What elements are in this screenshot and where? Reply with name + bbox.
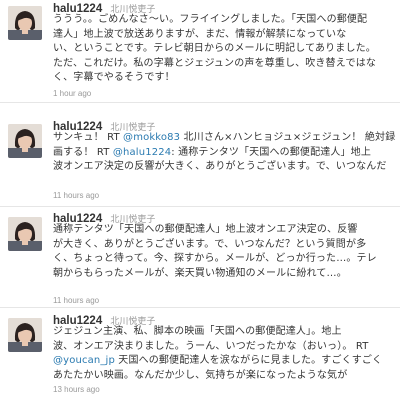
tweet-text-line: 朝からもらったメールが、楽天買い物通知のメールに紛れて…。	[53, 267, 397, 282]
tweet-text-segment: 通称テンタツ「天国への郵便配達人」地上波オンエア決定の、反響	[53, 224, 358, 235]
tweet-item: halu1224 北川悦吏子 通称テンタツ「天国への郵便配達人」地上波オンエア決…	[0, 205, 400, 305]
tweet-text: ううう。。ごめんなさ〜い。フライイングしました。「天国への郵便配 達人」地上波で放…	[53, 13, 397, 86]
tweet-text-line: ううう。。ごめんなさ〜い。フライイングしました。「天国への郵便配	[53, 13, 397, 28]
tweet-timestamp[interactable]: 13 hours ago	[53, 385, 100, 394]
tweet-text-line: く、字幕でやるそうです！	[53, 71, 397, 86]
mention-link[interactable]: @youcan_jp	[53, 355, 115, 366]
tweet-header: halu1224 北川悦吏子	[53, 118, 155, 133]
profile-photo-avatar-image	[8, 6, 42, 40]
profile-photo-avatar-image	[8, 124, 42, 158]
tweet-timestamp[interactable]: 11 hours ago	[53, 191, 99, 200]
tweet-text-line: く、ちょっと待って。今、探すから。メールが、どっか行った…。テレ	[53, 252, 397, 267]
tweet-text: ジェジュン主演、私、脚本の映画「天国への郵便配達人」。地上波、オンエア決まりまし…	[53, 325, 397, 383]
tweet-text-line: ジェジュン主演、私、脚本の映画「天国への郵便配達人」。地上	[53, 325, 397, 340]
tweet-header: halu1224 北川悦吏子	[53, 0, 155, 15]
tweet-timestamp[interactable]: 11 hours ago	[53, 296, 99, 305]
tweet-text-segment: い、ということです。テレビ朝日からのメールに明記してありました。	[53, 43, 376, 54]
tweet-text-segment: 達人」地上波で放送ありますが、まだ、情報が解禁になっていな	[53, 28, 347, 40]
tweet-text-line: @youcan_jp 天国への郵便配達人を涙ながらに見ました。すごくすごく	[53, 354, 397, 369]
tweet-text-segment: : 通称テンタツ「天国への郵便配達人」地上	[171, 146, 371, 158]
profile-photo-avatar[interactable]	[8, 6, 42, 40]
timeline: halu1224 北川悦吏子 ううう。。ごめんなさ〜い。フライイングしました。「…	[0, 0, 400, 400]
tweet-text: サンキュ！ RT @mokko83 北川さん×ハンヒョジュ×ジェジュン！ 絶対録…	[53, 131, 397, 175]
tweet-text-segment: 朝からもらったメールが、楽天買い物通知のメールに紛れて…。	[53, 267, 347, 279]
tweet-item: halu1224 北川悦吏子 サンキュ！ RT @mokko83 北川さん×ハン…	[0, 100, 400, 200]
tweet-text-segment: 波、オンエア決まりました。うーん、いつだったかな（おいっ）。 RT	[53, 340, 369, 352]
tweet-text-line: あたたかい映画。なんだか少し、気持ちが楽になったような気が	[53, 369, 397, 384]
tweet-text-line: ただ、これだけ。私の字幕とジェジュンの声を尊重し、吹き替えではな	[53, 57, 397, 72]
tweet-text-segment: ただ、これだけ。私の字幕とジェジュンの声を尊重し、吹き替えではな	[53, 57, 376, 69]
tweet-text-segment: 波オンエア決定の反響が大きく、ありがとうございます。で、いつなんだ	[53, 161, 387, 172]
tweet-text-line: い、ということです。テレビ朝日からのメールに明記してありました。	[53, 42, 397, 57]
profile-photo-avatar-image	[8, 217, 42, 251]
tweet-text-segment: ジェジュン主演、私、脚本の映画「天国への郵便配達人」。地上	[53, 326, 342, 337]
tweet-text: 通称テンタツ「天国への郵便配達人」地上波オンエア決定の、反響 が大きく、ありがとう…	[53, 223, 397, 281]
tweet-item: halu1224 北川悦吏子 ジェジュン主演、私、脚本の映画「天国への郵便配達人…	[0, 305, 400, 405]
tweet-header: halu1224 北川悦吏子	[53, 312, 155, 327]
tweet-text-segment: が大きく、ありがとうございます。で、いつなんだ？という質問が多	[53, 238, 367, 250]
tweet-header: halu1224 北川悦吏子	[53, 210, 155, 225]
tweet-text-line: 通称テンタツ「天国への郵便配達人」地上波オンエア決定の、反響	[53, 223, 397, 238]
tweet-text-segment: あたたかい映画。なんだか少し、気持ちが楽になったような気が	[53, 369, 348, 381]
tweet-text-segment: サンキュ！ RT	[53, 132, 124, 143]
tweet-text-segment: く、字幕でやるそうです！	[53, 72, 175, 83]
tweet-text-segment: 天国への郵便配達人を涙ながらに見ました。すごくすごく	[114, 355, 383, 366]
tweet-text-line: 画する！ RT @halu1224: 通称テンタツ「天国への郵便配達人」地上	[53, 146, 397, 161]
profile-photo-avatar[interactable]	[8, 318, 42, 352]
tweet-text-line: サンキュ！ RT @mokko83 北川さん×ハンヒョジュ×ジェジュン！ 絶対録	[53, 131, 397, 146]
tweet-text-segment: 画する！ RT	[53, 146, 113, 158]
profile-photo-avatar-image	[8, 318, 42, 352]
tweet-text-segment: ううう。。ごめんなさ〜い。フライイングしました。「天国への郵便配	[53, 14, 368, 25]
profile-photo-avatar[interactable]	[8, 217, 42, 251]
tweet-text-segment: く、ちょっと待って。今、探すから。メールが、どっか行った…。テレ	[53, 253, 377, 264]
tweet-text-line: が大きく、ありがとうございます。で、いつなんだ？という質問が多	[53, 238, 397, 253]
mention-link[interactable]: @halu1224	[113, 147, 171, 158]
tweet-text-line: 達人」地上波で放送ありますが、まだ、情報が解禁になっていな	[53, 28, 397, 43]
tweet-text-line: 波、オンエア決まりました。うーん、いつだったかな（おいっ）。 RT	[53, 340, 397, 355]
profile-photo-avatar[interactable]	[8, 124, 42, 158]
tweet-timestamp[interactable]: 1 hour ago	[53, 89, 91, 98]
tweet-text-line: 波オンエア決定の反響が大きく、ありがとうございます。で、いつなんだ	[53, 160, 397, 175]
mention-link[interactable]: @mokko83	[123, 132, 180, 143]
tweet-text-segment: 北川さん×ハンヒョジュ×ジェジュン！ 絶対録	[180, 132, 396, 143]
tweet-item: halu1224 北川悦吏子 ううう。。ごめんなさ〜い。フライイングしました。「…	[0, 0, 400, 100]
